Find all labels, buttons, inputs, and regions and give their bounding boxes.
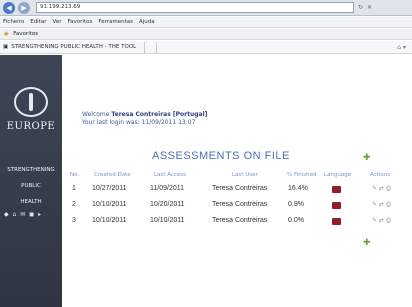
add-assessment-bottom-icon[interactable]: ✚ — [363, 238, 371, 248]
refresh-icon[interactable]: ↻ — [358, 4, 363, 11]
main-content: Welcome Teresa Contreiras [Portugal] You… — [62, 55, 412, 307]
cell-created: 10/27/2011 — [92, 185, 127, 192]
tab-bar: ▣ STRENGTHENING PUBLIC HEALTH - THE TOOL… — [0, 41, 412, 54]
cell-finished: 16.4% — [288, 185, 308, 192]
language-flag-icon[interactable] — [332, 218, 341, 225]
cell-last-access: 10/20/2011 — [150, 201, 185, 208]
language-flag-icon[interactable] — [332, 202, 341, 209]
welcome-prefix: Welcome — [82, 111, 112, 118]
sidebar: EUROPE STRENGTHENING PUBLIC HEALTH ◆ ⌂ ✉… — [0, 55, 62, 307]
last-login: Your last login was: 11/09/2011 13:07 — [82, 119, 196, 126]
cell-finished: 0.9% — [288, 201, 304, 208]
browser-titlebar: ◀ ▶ 91.199.213.69 ↻ ✕ — [0, 0, 412, 16]
menu-edit[interactable]: Editar — [30, 19, 46, 25]
user-name: Teresa Contreiras [Portugal] — [111, 111, 208, 118]
column-header-finished[interactable]: % Finished — [287, 172, 317, 178]
cell-no: 1 — [72, 185, 76, 192]
sidebar-menu: STRENGTHENING PUBLIC HEALTH — [0, 162, 62, 210]
menu-tools[interactable]: Ferramentas — [98, 19, 133, 25]
cell-no: 2 — [72, 201, 76, 208]
sidebar-item-strengthening[interactable]: STRENGTHENING — [0, 162, 62, 178]
menu-bar: Ficheiro Editar Ver Favoritos Ferramenta… — [0, 17, 412, 28]
add-assessment-icon[interactable]: ✚ — [363, 153, 371, 163]
row-actions-icons[interactable]: ✎⇄⎙ — [372, 217, 393, 225]
favorites-bar: ★ Favoritos — [0, 29, 412, 40]
column-header-last-access[interactable]: Last Access — [154, 172, 186, 178]
column-header-no: No. — [70, 172, 80, 178]
who-emblem-icon — [14, 87, 48, 117]
home-icon[interactable]: ⌂ ▾ — [397, 44, 406, 51]
column-header-actions: Actions — [370, 172, 391, 178]
menu-file[interactable]: Ficheiro — [3, 19, 24, 25]
sidebar-item-public[interactable]: PUBLIC — [0, 178, 62, 194]
column-header-last-user[interactable]: Last User — [232, 172, 258, 178]
language-flag-icon[interactable] — [332, 186, 341, 193]
browser-toolbar-icons: ↻ ✕ — [358, 4, 372, 11]
cell-last-access: 10/10/2011 — [150, 217, 185, 224]
menu-favorites[interactable]: Favoritos — [68, 19, 93, 25]
cell-created: 10/10/2011 — [92, 201, 127, 208]
row-actions-icons[interactable]: ✎⇄⎙ — [372, 201, 393, 209]
tab-current[interactable]: ▣ STRENGTHENING PUBLIC HEALTH - THE TOOL — [0, 41, 146, 53]
column-header-language: Language — [324, 172, 352, 178]
forward-button[interactable]: ▶ — [18, 1, 30, 14]
back-button[interactable]: ◀ — [3, 1, 15, 14]
favorites-star-icon[interactable]: ★ — [3, 30, 9, 38]
cell-no: 3 — [72, 217, 76, 224]
sidebar-item-health[interactable]: HEALTH — [0, 194, 62, 210]
new-tab-button[interactable] — [145, 41, 158, 53]
cell-finished: 0.0% — [288, 217, 304, 224]
cell-last-user: Teresa Contreiras — [212, 217, 268, 224]
menu-view[interactable]: Ver — [53, 19, 62, 25]
menu-help[interactable]: Ajuda — [139, 19, 155, 25]
welcome-block: Welcome Teresa Contreiras [Portugal] You… — [82, 111, 207, 127]
column-header-created[interactable]: Created Date — [94, 172, 131, 178]
welcome-line: Welcome Teresa Contreiras [Portugal] — [82, 111, 207, 119]
cell-last-user: Teresa Contreiras — [212, 185, 268, 192]
favorites-label[interactable]: Favoritos — [13, 31, 38, 37]
page-title: ASSESSMENTS ON FILE — [152, 150, 290, 162]
cell-last-access: 11/09/2011 — [150, 185, 184, 192]
cell-created: 10/10/2011 — [92, 217, 127, 224]
stop-icon[interactable]: ✕ — [367, 4, 372, 11]
region-label: EUROPE — [6, 121, 56, 132]
tab-label: STRENGTHENING PUBLIC HEALTH - THE TOOL — [11, 44, 137, 50]
page-icon: ▣ — [3, 44, 9, 50]
address-bar[interactable]: 91.199.213.69 — [36, 2, 354, 13]
row-actions-icons[interactable]: ✎⇄⎙ — [372, 185, 393, 193]
sidebar-tool-icons[interactable]: ◆ ⌂ ✉ ◼ ▸ — [4, 211, 42, 218]
cell-last-user: Teresa Contreiras — [212, 201, 268, 208]
